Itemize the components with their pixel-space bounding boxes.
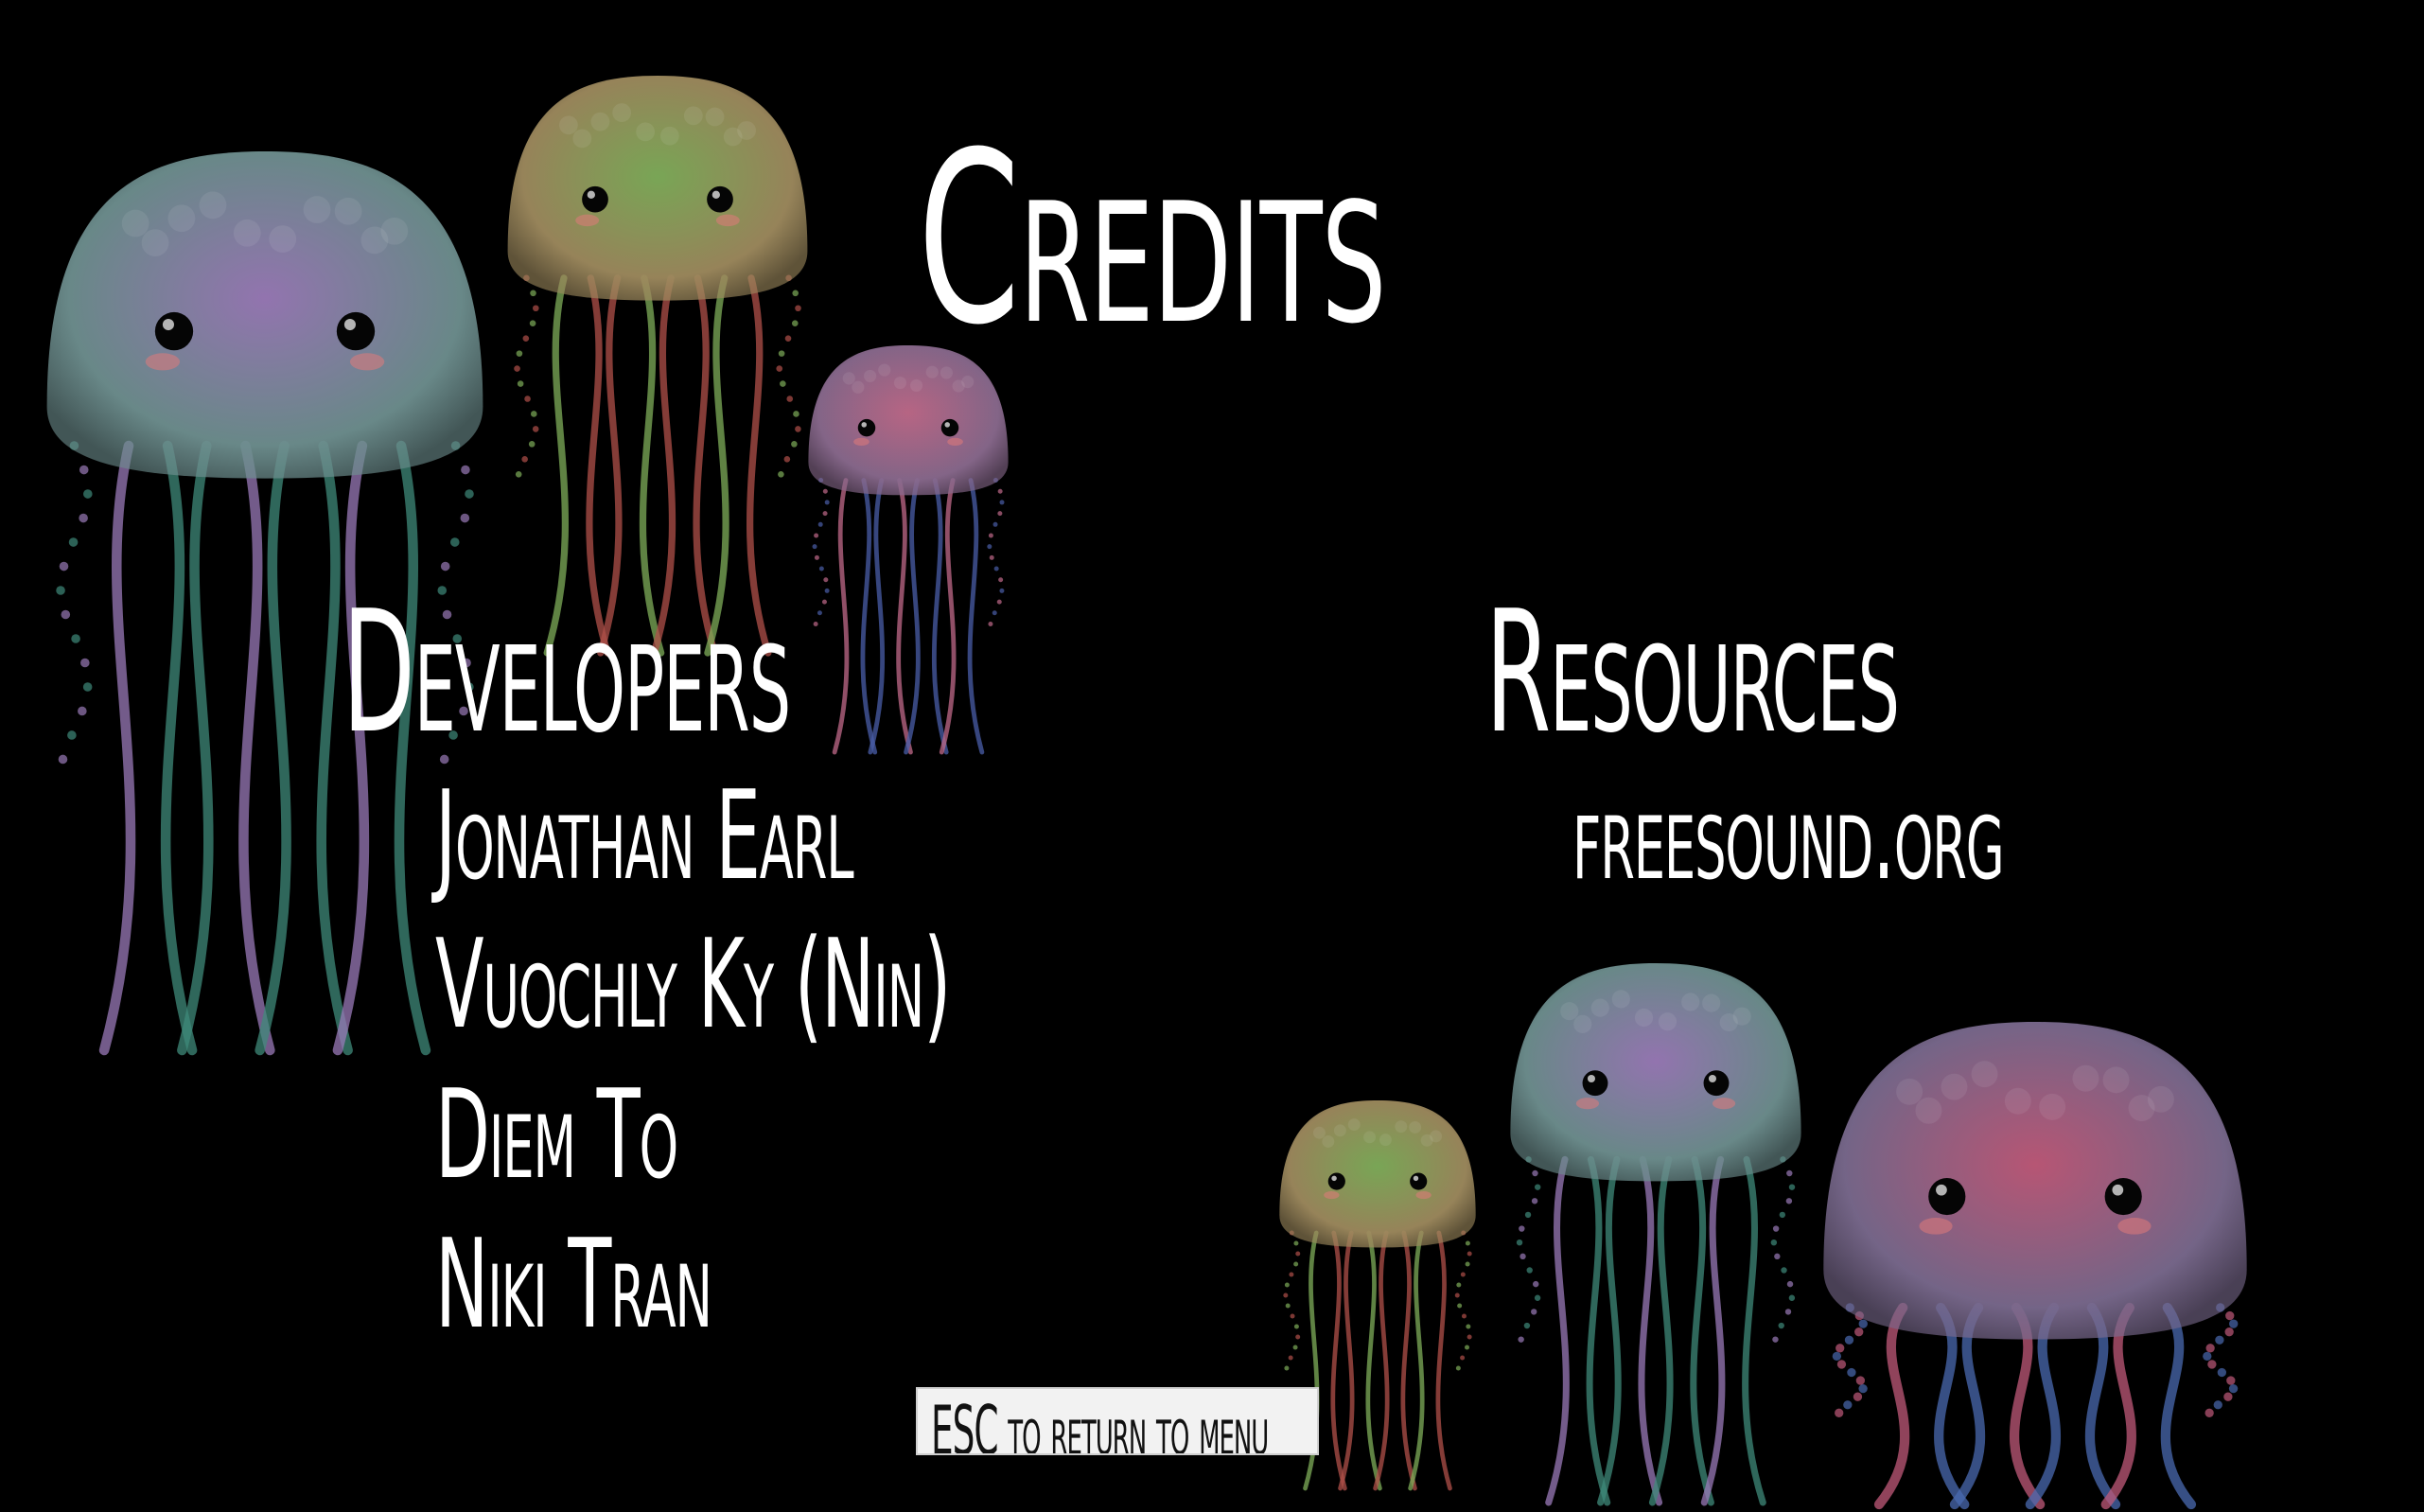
bell bbox=[1823, 1022, 2247, 1340]
eye bbox=[336, 311, 376, 351]
eye bbox=[1703, 1070, 1730, 1097]
bell bbox=[507, 75, 808, 301]
tentacles bbox=[812, 478, 1005, 755]
resource-item: freesound.org bbox=[1572, 764, 2005, 907]
developer-name: Jonathan Earl bbox=[435, 764, 854, 907]
jellyfish-large-pink bbox=[1823, 1022, 2247, 1510]
developer-name: Niki Tran bbox=[435, 1212, 712, 1356]
eye bbox=[1327, 1172, 1345, 1190]
eye bbox=[707, 185, 733, 213]
eye bbox=[1928, 1177, 1966, 1216]
resources-heading: Resources bbox=[1485, 574, 1900, 770]
eye bbox=[582, 185, 608, 213]
developers-heading: Developers bbox=[343, 574, 791, 770]
jellyfish-small-purple bbox=[808, 345, 1009, 755]
developer-name: Vuochly Ky (Nin) bbox=[435, 912, 951, 1056]
eye bbox=[857, 418, 876, 437]
eye bbox=[2104, 1177, 2142, 1216]
eye bbox=[940, 418, 959, 437]
eye bbox=[154, 311, 194, 351]
developer-name: Diem To bbox=[435, 1063, 678, 1206]
eye bbox=[1582, 1070, 1608, 1097]
page-title: Credits bbox=[918, 101, 1386, 377]
return-to-menu-label: ESC to return to menu bbox=[931, 1391, 1269, 1455]
credits-screen: Credits Developers Jonathan Earl Vuochly… bbox=[0, 0, 2424, 1512]
jellyfish-medium-teal bbox=[1510, 963, 1801, 1506]
return-to-menu-button[interactable]: ESC to return to menu bbox=[916, 1387, 1319, 1455]
bell bbox=[1279, 1100, 1476, 1248]
tentacles bbox=[1516, 1155, 1796, 1506]
bell bbox=[1510, 963, 1801, 1182]
bell bbox=[46, 151, 483, 479]
eye bbox=[1410, 1172, 1428, 1190]
